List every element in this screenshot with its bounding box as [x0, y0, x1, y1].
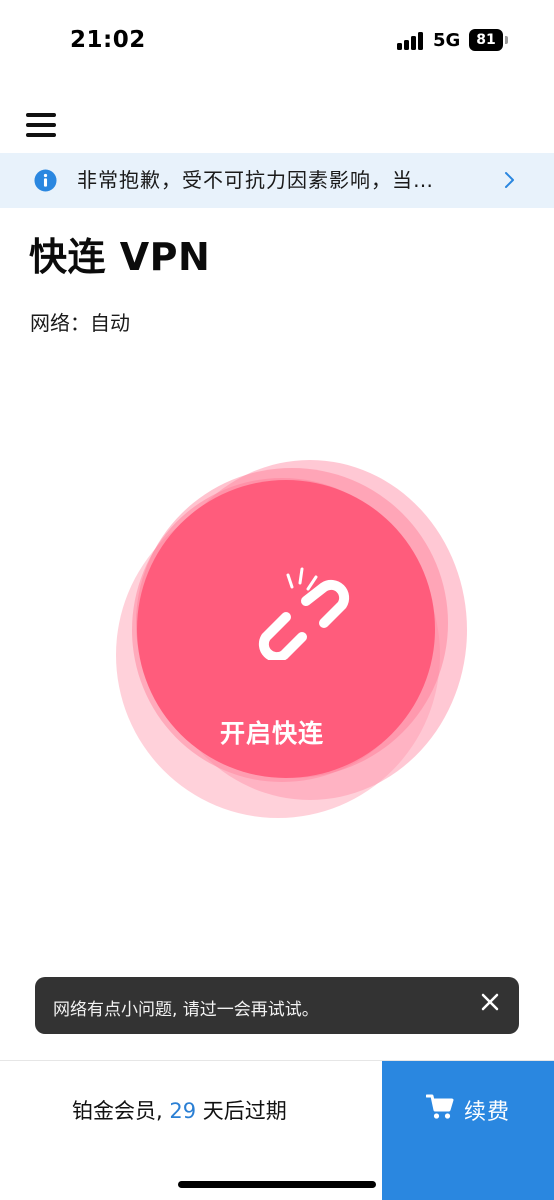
broken-link-icon	[258, 567, 350, 660]
renew-label: 续费	[464, 1100, 511, 1125]
membership-prefix: 铂金会员,	[72, 1099, 170, 1123]
days-remaining: 29	[169, 1099, 197, 1123]
network-selector[interactable]: 网络：自动	[30, 307, 130, 336]
toast-message: 网络有点小问题, 请过一会再试试。	[53, 1000, 319, 1020]
chevron-right-icon[interactable]	[500, 170, 518, 190]
network-value: 自动	[90, 311, 130, 335]
cellular-signal-icon	[397, 32, 425, 50]
battery-level: 81	[469, 29, 503, 51]
status-bar: 21:02 5G 81	[0, 0, 554, 80]
membership-status: 铂金会员, 29 天后过期	[72, 1095, 287, 1125]
membership-suffix: 天后过期	[196, 1099, 287, 1123]
info-icon	[34, 169, 57, 192]
bottom-bar: 铂金会员, 29 天后过期 续费	[0, 1060, 554, 1200]
menu-button[interactable]	[26, 111, 58, 139]
home-indicator	[178, 1181, 376, 1188]
network-label: 网络：	[30, 311, 90, 335]
connect-button[interactable]: 开启快连	[137, 480, 435, 778]
close-icon[interactable]	[478, 990, 502, 1014]
connect-label: 开启快连	[219, 719, 324, 748]
page-title: 快连 VPN	[29, 235, 211, 279]
connect-area: 开启快连	[110, 455, 470, 825]
status-time: 21:02	[70, 27, 146, 53]
hamburger-menu-icon	[26, 113, 56, 117]
renew-button[interactable]: 续费	[382, 1061, 554, 1200]
notice-banner[interactable]: 非常抱歉，受不可抗力因素影响，当…	[0, 153, 554, 208]
cart-icon	[426, 1094, 454, 1119]
network-type: 5G	[433, 30, 461, 51]
battery-icon: 81	[469, 29, 509, 51]
notice-text: 非常抱歉，受不可抗力因素影响，当…	[77, 168, 434, 192]
error-toast: 网络有点小问题, 请过一会再试试。	[35, 977, 519, 1034]
